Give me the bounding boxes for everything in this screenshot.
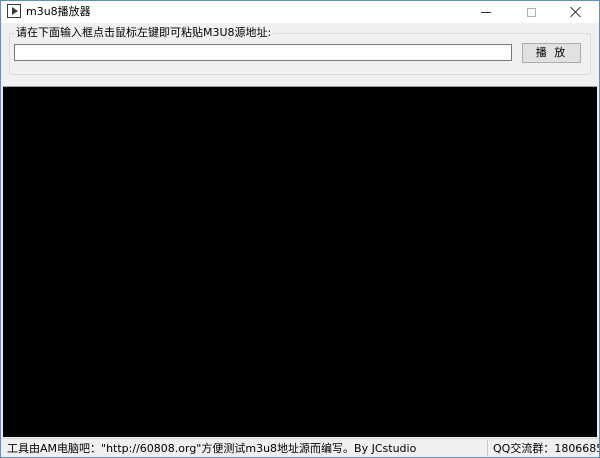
minimize-button[interactable] bbox=[464, 1, 508, 23]
close-icon bbox=[570, 6, 582, 18]
video-player-area[interactable] bbox=[3, 86, 597, 437]
status-bar: 工具由AM电脑吧："http://60808.org"方便测试m3u8地址源而编… bbox=[1, 438, 599, 457]
minimize-icon bbox=[481, 11, 491, 13]
title-bar[interactable]: m3u8播放器 bbox=[1, 1, 599, 23]
status-qq-group-text: QQ交流群：180668580 bbox=[493, 442, 599, 455]
app-window: m3u8播放器 请在下面输入框点击鼠标左键即可粘贴M3U8源地址: 播 放 工具… bbox=[0, 0, 600, 458]
url-group-label: 请在下面输入框点击鼠标左键即可粘贴M3U8源地址: bbox=[14, 25, 274, 40]
play-icon[interactable] bbox=[7, 4, 21, 18]
status-credit-text: 工具由AM电脑吧："http://60808.org"方便测试m3u8地址源而编… bbox=[7, 442, 417, 455]
close-button[interactable] bbox=[554, 1, 598, 23]
window-title: m3u8播放器 bbox=[26, 5, 91, 18]
status-divider bbox=[487, 440, 488, 456]
maximize-button[interactable] bbox=[509, 1, 553, 23]
play-button[interactable]: 播 放 bbox=[522, 43, 581, 63]
maximize-icon bbox=[526, 7, 536, 17]
url-input[interactable] bbox=[14, 44, 512, 61]
